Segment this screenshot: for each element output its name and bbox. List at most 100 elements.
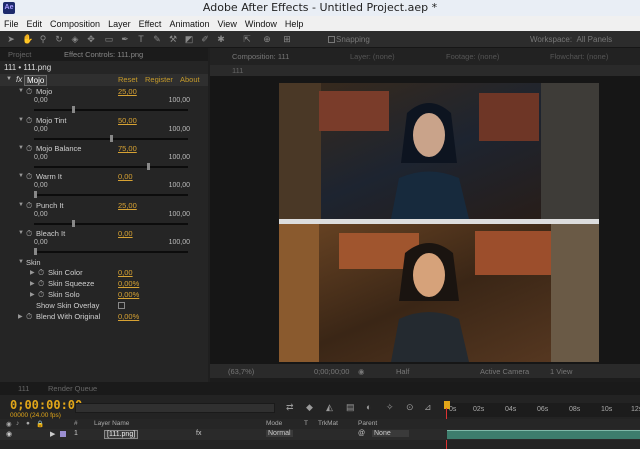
- stopwatch-icon[interactable]: ⏱: [26, 201, 32, 211]
- about-link[interactable]: About: [180, 75, 200, 84]
- property-value[interactable]: 50,00: [118, 116, 137, 125]
- layer-name[interactable]: [111.png]: [104, 430, 139, 439]
- hand-tool-icon[interactable]: ✋: [22, 34, 33, 44]
- eraser-tool-icon[interactable]: ◩: [184, 34, 194, 44]
- tab-flowchart[interactable]: Flowchart: (none): [550, 52, 608, 61]
- expand-triangle-icon[interactable]: ▼: [18, 202, 24, 208]
- menu-help[interactable]: Help: [285, 19, 304, 29]
- register-link[interactable]: Register: [145, 75, 173, 84]
- comp-mini-flowchart-icon[interactable]: ⇄: [286, 402, 294, 413]
- roto-brush-tool-icon[interactable]: ✐: [200, 34, 210, 44]
- time-ruler[interactable]: 0s 02s 04s 06s 08s 10s 12s: [447, 403, 640, 417]
- property-value[interactable]: 75,00: [118, 144, 137, 153]
- stopwatch-icon[interactable]: ⏱: [26, 116, 32, 126]
- fx-toggle-icon[interactable]: fx: [16, 75, 22, 84]
- graph-editor-icon[interactable]: ⊿: [424, 402, 432, 413]
- auto-keyframe-icon[interactable]: ⊙: [406, 402, 414, 413]
- tab-layer[interactable]: Layer: (none): [350, 52, 395, 61]
- expand-triangle-icon[interactable]: ▶: [30, 269, 35, 276]
- warm-it-slider[interactable]: [34, 191, 188, 198]
- selection-tool-icon[interactable]: ➤: [6, 34, 16, 44]
- pen-tool-icon[interactable]: ✒: [120, 34, 130, 44]
- axis-mode-icon[interactable]: ⇱: [242, 34, 252, 44]
- stopwatch-icon[interactable]: ⏱: [26, 312, 32, 322]
- property-value[interactable]: 25,00: [118, 87, 137, 96]
- parent-pickwhip-icon[interactable]: @: [358, 430, 365, 437]
- menu-composition[interactable]: Composition: [50, 19, 100, 29]
- stopwatch-icon[interactable]: ⏱: [38, 290, 44, 300]
- tab-effect-controls[interactable]: Effect Controls: 111.png: [64, 50, 143, 60]
- property-value[interactable]: 0,00: [118, 172, 133, 181]
- expand-triangle-icon[interactable]: ▼: [18, 88, 24, 94]
- pan-behind-tool-icon[interactable]: ✥: [86, 34, 96, 44]
- camera-tool-icon[interactable]: ◈: [70, 34, 80, 44]
- puppet-tool-icon[interactable]: ✱: [216, 34, 226, 44]
- bleach-it-slider[interactable]: [34, 248, 188, 255]
- hide-shy-layers-icon[interactable]: ◭: [326, 402, 333, 413]
- slider-thumb[interactable]: [34, 191, 37, 198]
- punch-it-slider[interactable]: [34, 220, 188, 227]
- slider-thumb[interactable]: [34, 248, 37, 255]
- stopwatch-icon[interactable]: ⏱: [26, 172, 32, 182]
- mojo-tint-slider[interactable]: [34, 135, 188, 142]
- menu-edit[interactable]: Edit: [27, 19, 43, 29]
- effect-row-mojo[interactable]: ▼ fx Mojo Reset Register About: [0, 74, 208, 86]
- frame-blending-icon[interactable]: ▤: [346, 402, 355, 413]
- snapshot-icon[interactable]: ◉: [358, 367, 365, 376]
- resolution-dropdown[interactable]: Half: [396, 367, 409, 376]
- snapping-checkbox[interactable]: [328, 36, 335, 43]
- text-tool-icon[interactable]: T: [136, 34, 146, 44]
- timeline-timecode[interactable]: 0;00:00:00: [10, 398, 82, 412]
- rotate-tool-icon[interactable]: ↻: [54, 34, 64, 44]
- composition-frame[interactable]: [279, 83, 599, 362]
- property-value[interactable]: 0,00%: [118, 312, 139, 321]
- timeline-search-input[interactable]: [75, 403, 275, 413]
- brainstorm-icon[interactable]: ✧: [386, 402, 394, 413]
- world-axis-icon[interactable]: ⊕: [262, 34, 272, 44]
- stopwatch-icon[interactable]: ⏱: [26, 229, 32, 239]
- menu-file[interactable]: File: [4, 19, 19, 29]
- menu-window[interactable]: Window: [245, 19, 277, 29]
- slider-thumb[interactable]: [147, 163, 150, 170]
- expand-triangle-icon[interactable]: ▼: [18, 117, 24, 123]
- motion-blur-icon[interactable]: ◐: [366, 402, 371, 412]
- draft-3d-icon[interactable]: ◆: [306, 402, 313, 413]
- menu-layer[interactable]: Layer: [108, 19, 131, 29]
- expand-layer-icon[interactable]: ▶: [50, 430, 55, 438]
- parent-dropdown[interactable]: None: [372, 430, 409, 437]
- mojo-balance-slider[interactable]: [34, 163, 188, 170]
- reset-link[interactable]: Reset: [118, 75, 138, 84]
- current-time-display[interactable]: 0;00;00;00: [314, 367, 349, 376]
- menu-view[interactable]: View: [217, 19, 236, 29]
- clone-stamp-tool-icon[interactable]: ⚒: [168, 34, 178, 44]
- property-value[interactable]: 25,00: [118, 201, 137, 210]
- menu-animation[interactable]: Animation: [169, 19, 209, 29]
- slider-thumb[interactable]: [72, 220, 75, 227]
- tab-timeline-111[interactable]: 111: [18, 384, 29, 393]
- mask-tool-icon[interactable]: ▭: [104, 34, 114, 44]
- tab-footage[interactable]: Footage: (none): [446, 52, 499, 61]
- expand-triangle-icon[interactable]: ▶: [30, 291, 35, 298]
- fx-switch-icon[interactable]: fx: [196, 430, 201, 437]
- stopwatch-icon[interactable]: ⏱: [26, 144, 32, 154]
- stopwatch-icon[interactable]: ⏱: [38, 268, 44, 278]
- expand-triangle-icon[interactable]: ▼: [18, 259, 24, 265]
- expand-triangle-icon[interactable]: ▶: [18, 313, 23, 320]
- tab-composition[interactable]: Composition: 111: [232, 52, 289, 61]
- property-value[interactable]: 0,00: [118, 268, 133, 277]
- menu-effect[interactable]: Effect: [139, 19, 162, 29]
- magnification-dropdown[interactable]: (63,7%): [228, 367, 254, 376]
- zoom-tool-icon[interactable]: ⚲: [38, 34, 48, 44]
- expand-triangle-icon[interactable]: ▼: [18, 145, 24, 151]
- expand-triangle-icon[interactable]: ▶: [30, 280, 35, 287]
- view-axis-icon[interactable]: ⊞: [282, 34, 292, 44]
- collapse-triangle-icon[interactable]: ▼: [6, 76, 12, 82]
- stopwatch-icon[interactable]: ⏱: [26, 87, 32, 97]
- blend-mode-dropdown[interactable]: Normal: [266, 430, 293, 437]
- show-skin-overlay-checkbox[interactable]: [118, 302, 125, 309]
- mojo-slider[interactable]: [34, 106, 188, 113]
- workspace-selector[interactable]: Workspace: All Panels: [530, 35, 612, 44]
- label-color-swatch[interactable]: [60, 431, 66, 437]
- expand-triangle-icon[interactable]: ▼: [18, 173, 24, 179]
- view-layout-dropdown[interactable]: 1 View: [550, 367, 572, 376]
